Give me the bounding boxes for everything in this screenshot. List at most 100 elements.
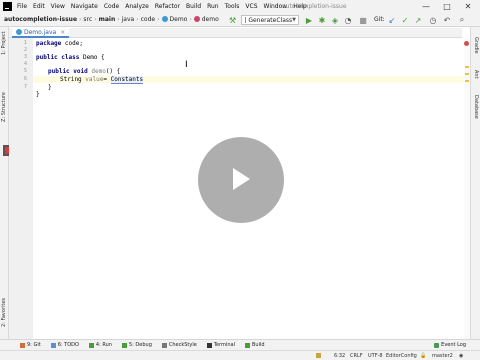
breadcrumb-project[interactable]: autocompletion-issue — [2, 16, 79, 23]
method-icon — [193, 16, 200, 22]
project-tool-button[interactable]: 1: Project — [1, 31, 7, 55]
lock-icon[interactable]: 🔓 — [420, 353, 426, 359]
stop-icon[interactable]: ■ — [358, 15, 368, 25]
build-tool-button[interactable]: Build — [244, 342, 265, 348]
history-icon[interactable]: ◷ — [428, 15, 438, 25]
method-signature: () { — [105, 68, 121, 75]
revert-icon[interactable]: ↶ — [442, 15, 452, 25]
method-name: demo — [87, 68, 106, 75]
code-line-5: public void demo() { — [48, 68, 120, 75]
terminal-tool-button[interactable]: Terminal — [206, 342, 235, 348]
todo-icon — [50, 342, 56, 348]
breadcrumb-src[interactable]: src — [81, 16, 94, 23]
git-label: Git: — [374, 16, 385, 23]
variable-name: value — [81, 76, 104, 83]
terminal-icon — [206, 342, 212, 348]
left-tool-strip: 1: Project Z: Structure 2: Favorites — [0, 27, 9, 339]
closing-brace: } — [36, 91, 40, 98]
menu-vcs[interactable]: VCS — [245, 3, 257, 10]
event-log-icon — [434, 342, 440, 348]
lightbulb-icon[interactable] — [316, 353, 321, 358]
git-icon — [20, 342, 25, 348]
breadcrumb-java[interactable]: java — [120, 16, 137, 23]
right-tool-strip: Gradle Ant Database — [470, 27, 480, 339]
menu-code[interactable]: Code — [104, 3, 119, 10]
terminal-tool-label: Terminal — [213, 342, 235, 348]
bottom-tool-bar: 9: Git 6: TODO 4: Run 5: Debug CheckStyl… — [0, 339, 480, 350]
git-update-icon[interactable]: ↙ — [387, 15, 397, 25]
coverage-icon[interactable]: ◈ — [330, 15, 340, 25]
git-commit-icon[interactable]: ✓ — [400, 15, 410, 25]
inspector-icon[interactable]: ◉ — [459, 353, 463, 359]
debug-tool-icon — [121, 342, 127, 348]
menu-navigate[interactable]: Navigate — [71, 3, 98, 10]
menu-run[interactable]: Run — [207, 3, 219, 10]
typed-identifier[interactable]: Constants — [110, 76, 144, 84]
gradle-tool-button[interactable]: Gradle — [473, 37, 479, 54]
breadcrumb-class-demo[interactable]: Demo — [160, 16, 190, 23]
close-tab-icon[interactable]: × — [60, 29, 65, 36]
menu-tools[interactable]: Tools — [225, 3, 240, 10]
debug-tool-label: 5: Debug — [128, 342, 152, 348]
type-name: String — [60, 76, 82, 83]
code-line-7: } — [48, 84, 52, 91]
maximize-button[interactable]: □ — [440, 1, 454, 12]
line-number: 1 — [23, 40, 27, 46]
error-indicator-icon[interactable] — [464, 41, 469, 46]
warning-marker[interactable] — [465, 73, 469, 75]
ant-tool-button[interactable]: Ant — [473, 70, 479, 79]
close-window-button[interactable]: ✕ — [461, 1, 475, 12]
breadcrumb-method-demo[interactable]: demo — [192, 16, 221, 23]
intellij-logo-icon — [3, 2, 12, 11]
build-hammer-icon[interactable]: ⚒ — [229, 16, 236, 25]
line-number: 3 — [23, 54, 27, 60]
database-tool-button[interactable]: Database — [473, 95, 479, 119]
status-bar: 6:32 CRLF UTF-8 EditorConfig 🔓 master2 ◉ — [0, 350, 480, 360]
keyword: public — [48, 68, 70, 75]
menu-file[interactable]: File — [17, 3, 27, 10]
event-log-button[interactable]: Event Log — [434, 342, 466, 348]
menu-refactor[interactable]: Refactor — [155, 3, 180, 10]
build-tool-icon — [244, 342, 250, 348]
todo-tool-button[interactable]: 6: TODO — [50, 342, 79, 348]
breadcrumb-main[interactable]: main — [97, 16, 118, 23]
editor-tab-bar: Demo.java × — [9, 28, 462, 38]
breadcrumb-method-label: demo — [201, 16, 219, 23]
run-configuration-label: GenerateClass — [248, 16, 293, 24]
git-branch[interactable]: master2 — [432, 353, 453, 359]
breadcrumb-code[interactable]: code — [139, 16, 157, 23]
debug-tool-button[interactable]: 5: Debug — [121, 342, 152, 348]
checkstyle-tool-button[interactable]: CheckStyle — [161, 342, 197, 348]
class-icon — [161, 16, 168, 22]
profile-icon[interactable]: ◔ — [343, 15, 353, 25]
closing-brace: } — [48, 84, 52, 91]
run-configuration-select[interactable]: GenerateClass ▼ — [241, 15, 299, 25]
tab-demo-java[interactable]: Demo.java × — [12, 28, 70, 38]
warning-marker[interactable] — [465, 80, 469, 82]
line-separator[interactable]: CRLF — [350, 353, 363, 359]
git-tool-button[interactable]: 9: Git — [20, 342, 41, 348]
warning-marker[interactable] — [465, 66, 469, 68]
menu-edit[interactable]: Edit — [33, 3, 45, 10]
line-number: 4 — [23, 61, 27, 67]
menu-analyze[interactable]: Analyze — [125, 3, 149, 10]
git-push-icon[interactable]: ↗ — [413, 15, 423, 25]
minimize-button[interactable]: — — [419, 1, 433, 12]
text-cursor-icon: I — [185, 60, 188, 70]
breadcrumb-class-label: Demo — [169, 16, 188, 23]
checkstyle-icon — [161, 342, 167, 348]
menu-build[interactable]: Build — [186, 3, 201, 10]
run-icon[interactable]: ▶ — [304, 15, 314, 25]
structure-tool-button[interactable]: Z: Structure — [1, 92, 7, 122]
search-icon[interactable]: ⌕ — [457, 15, 467, 25]
run-tool-button[interactable]: 4: Run — [88, 342, 112, 348]
editor-scrollbar[interactable] — [464, 38, 470, 339]
editorconfig-indicator[interactable]: EditorConfig — [386, 353, 417, 359]
file-encoding[interactable]: UTF-8 — [368, 353, 383, 359]
debug-bug-icon[interactable]: ✱ — [317, 15, 327, 25]
line-number: 5 — [23, 68, 27, 74]
window-title: autocompletion-issue — [282, 3, 347, 10]
favorites-tool-button[interactable]: 2: Favorites — [1, 298, 7, 327]
caret-position[interactable]: 6:32 — [334, 353, 345, 359]
menu-view[interactable]: View — [51, 3, 65, 10]
